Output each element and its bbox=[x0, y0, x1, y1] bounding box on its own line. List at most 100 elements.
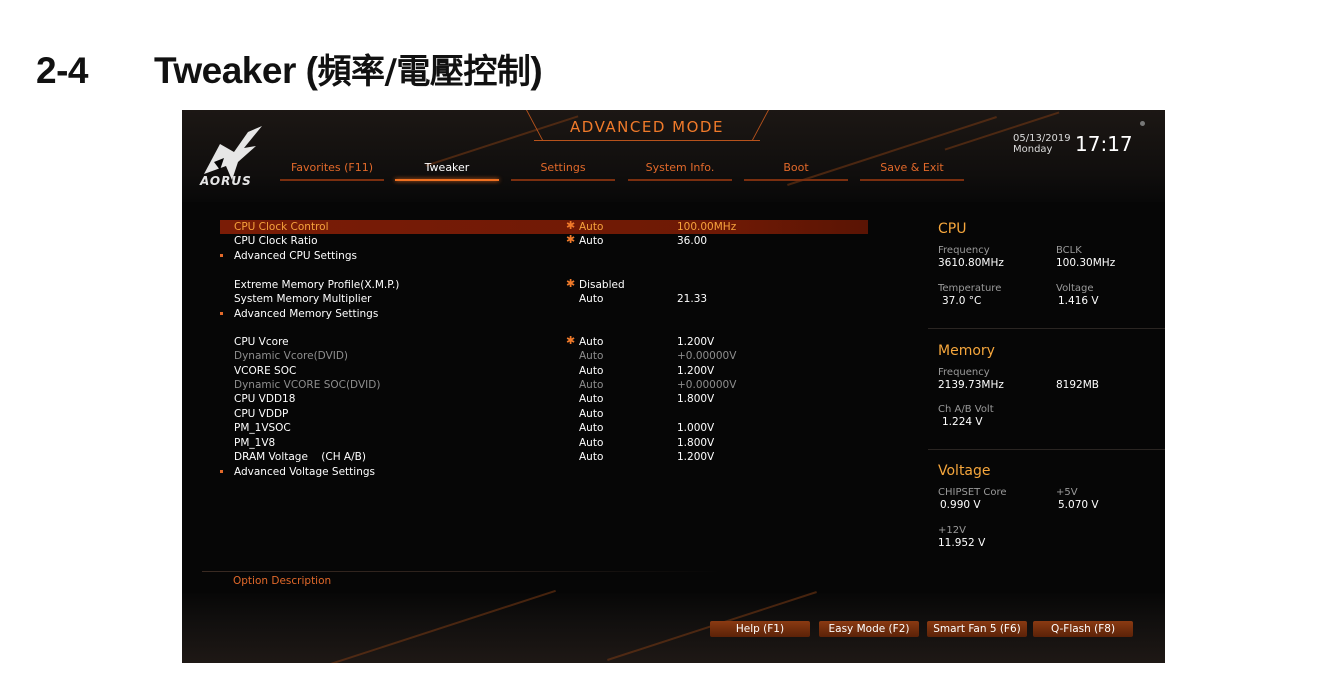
cpu-panel-title: CPU bbox=[938, 221, 967, 237]
menu-item-cpu-clock-ratio[interactable]: CPU Clock Ratio ✱ Auto 36.00 bbox=[220, 233, 868, 248]
menu-item-value: Auto bbox=[579, 379, 604, 391]
menu-item-advanced-cpu-settings[interactable]: Advanced CPU Settings bbox=[220, 249, 868, 263]
menu-item-label: PM_1VSOC bbox=[234, 422, 291, 434]
menu-item-label: DRAM Voltage (CH A/B) bbox=[234, 451, 366, 463]
date-display: 05/13/2019 Monday bbox=[1013, 133, 1071, 155]
menu-item-cpu-vddp[interactable]: CPU VDDP Auto bbox=[220, 407, 868, 421]
section-title-end: ) bbox=[530, 50, 543, 91]
menu-item-dynamic-vcore-soc: Dynamic VCORE SOC(DVID) Auto +0.00000V bbox=[220, 378, 868, 392]
tab-underline bbox=[280, 179, 384, 181]
menu-item-label: CPU Clock Ratio bbox=[234, 235, 318, 247]
easy-mode-button[interactable]: Easy Mode (F2) bbox=[819, 621, 919, 637]
section-number: 2-4 bbox=[36, 50, 88, 91]
tab-label: System Info. bbox=[645, 161, 715, 174]
menu-item-reading: +0.00000V bbox=[677, 379, 737, 391]
menu-item-label: CPU Vcore bbox=[234, 336, 289, 348]
menu-item-label: VCORE SOC bbox=[234, 365, 297, 377]
menu-item-value: Auto bbox=[579, 365, 604, 377]
menu-item-label: CPU Clock Control bbox=[234, 221, 329, 233]
section-title-cjk: 頻率/電壓控制 bbox=[317, 52, 531, 92]
menu-item-system-memory-multiplier[interactable]: System Memory Multiplier Auto 21.33 bbox=[220, 292, 868, 306]
day-text: Monday bbox=[1013, 144, 1053, 155]
tab-tweaker[interactable]: Tweaker bbox=[395, 161, 499, 181]
submenu-bullet-icon bbox=[220, 470, 223, 473]
menu-item-advanced-voltage-settings[interactable]: Advanced Voltage Settings bbox=[220, 465, 868, 479]
menu-item-value: Auto bbox=[579, 235, 604, 247]
memory-volt-label: Ch A/B Volt bbox=[938, 404, 994, 415]
aorus-logo-text: AORUS bbox=[200, 174, 252, 188]
menu-item-reading: 1.000V bbox=[677, 422, 715, 434]
menu-item-vcore-soc[interactable]: VCORE SOC Auto 1.200V bbox=[220, 364, 868, 378]
menu-item-reading: 100.00MHz bbox=[677, 221, 737, 233]
tab-label: Tweaker bbox=[424, 161, 470, 174]
menu-item-value: Auto bbox=[579, 393, 604, 405]
menu-item-reading: 1.800V bbox=[677, 393, 715, 405]
cpu-voltage-label: Voltage bbox=[1056, 283, 1094, 294]
plus-5v-label: +5V bbox=[1056, 487, 1078, 498]
tab-underline bbox=[395, 179, 499, 181]
cpu-frequency-value: 3610.80MHz bbox=[938, 257, 1004, 269]
menu-item-label: CPU VDD18 bbox=[234, 393, 296, 405]
menu-item-label: Advanced CPU Settings bbox=[234, 250, 357, 262]
menu-item-label: Extreme Memory Profile(X.M.P.) bbox=[234, 279, 400, 291]
smart-fan-button[interactable]: Smart Fan 5 (F6) bbox=[927, 621, 1027, 637]
submenu-bullet-icon bbox=[220, 312, 223, 315]
chipset-core-value: 0.990 V bbox=[940, 499, 981, 511]
menu-item-value: Auto bbox=[579, 336, 604, 348]
chipset-core-label: CHIPSET Core bbox=[938, 487, 1007, 498]
menu-item-label: PM_1V8 bbox=[234, 437, 276, 449]
menu-item-cpu-vdd18[interactable]: CPU VDD18 Auto 1.800V bbox=[220, 392, 868, 406]
tab-favorites[interactable]: Favorites (F11) bbox=[280, 161, 384, 181]
cpu-frequency-label: Frequency bbox=[938, 245, 990, 256]
menu-item-reading: +0.00000V bbox=[677, 350, 737, 362]
menu-item-dynamic-vcore: Dynamic Vcore(DVID) Auto +0.00000V bbox=[220, 349, 868, 363]
option-description-label: Option Description bbox=[233, 575, 332, 587]
menu-item-pm-1v8[interactable]: PM_1V8 Auto 1.800V bbox=[220, 436, 868, 450]
menu-item-cpu-vcore[interactable]: CPU Vcore ✱ Auto 1.200V bbox=[220, 334, 868, 349]
date-text: 05/13/2019 bbox=[1013, 133, 1071, 144]
tab-system-info[interactable]: System Info. bbox=[628, 161, 732, 181]
side-panel-divider bbox=[928, 449, 1165, 450]
menu-item-cpu-clock-control[interactable]: CPU Clock Control ✱ Auto 100.00MHz bbox=[220, 219, 868, 234]
manual-section-heading: 2-4 Tweaker (頻率/電壓控制) bbox=[36, 44, 543, 92]
status-dot-icon bbox=[1140, 121, 1145, 126]
menu-item-reading: 1.200V bbox=[677, 336, 715, 348]
modified-star-icon: ✱ bbox=[566, 277, 576, 290]
q-flash-button[interactable]: Q-Flash (F8) bbox=[1033, 621, 1133, 637]
modified-star-icon: ✱ bbox=[566, 233, 576, 246]
menu-item-reading: 21.33 bbox=[677, 293, 708, 305]
tab-underline bbox=[744, 179, 848, 181]
tab-underline bbox=[628, 179, 732, 181]
tab-boot[interactable]: Boot bbox=[744, 161, 848, 181]
menu-item-xmp[interactable]: Extreme Memory Profile(X.M.P.) ✱ Disable… bbox=[220, 277, 868, 292]
menu-item-reading: 1.200V bbox=[677, 451, 715, 463]
menu-item-value: Auto bbox=[579, 350, 604, 362]
cpu-temperature-value: 37.0 °C bbox=[942, 295, 982, 307]
memory-frequency-value: 2139.73MHz bbox=[938, 379, 1004, 391]
cpu-bclk-label: BCLK bbox=[1056, 245, 1082, 256]
menu-item-label: Advanced Voltage Settings bbox=[234, 466, 375, 478]
menu-item-value: Auto bbox=[579, 293, 604, 305]
modified-star-icon: ✱ bbox=[566, 334, 576, 347]
tab-label: Boot bbox=[783, 161, 809, 174]
menu-item-reading: 1.200V bbox=[677, 365, 715, 377]
menu-item-value: Auto bbox=[579, 221, 604, 233]
modified-star-icon: ✱ bbox=[566, 219, 576, 232]
help-button[interactable]: Help (F1) bbox=[710, 621, 810, 637]
menu-item-advanced-memory-settings[interactable]: Advanced Memory Settings bbox=[220, 307, 868, 321]
menu-item-dram-voltage[interactable]: DRAM Voltage (CH A/B) Auto 1.200V bbox=[220, 450, 868, 464]
menu-item-value: Auto bbox=[579, 422, 604, 434]
memory-volt-value: 1.224 V bbox=[942, 416, 983, 428]
tab-settings[interactable]: Settings bbox=[511, 161, 615, 181]
tab-underline bbox=[860, 179, 964, 181]
menu-item-label: Dynamic Vcore(DVID) bbox=[234, 350, 349, 362]
menu-item-reading: 36.00 bbox=[677, 235, 708, 247]
plus-12v-label: +12V bbox=[938, 525, 966, 536]
tab-save-exit[interactable]: Save & Exit bbox=[860, 161, 964, 181]
menu-item-value: Disabled bbox=[579, 279, 625, 291]
clock-time: 17:17 bbox=[1075, 132, 1133, 156]
menu-item-label: Advanced Memory Settings bbox=[234, 308, 379, 320]
memory-panel-title: Memory bbox=[938, 343, 995, 359]
menu-item-label: Dynamic VCORE SOC(DVID) bbox=[234, 379, 381, 391]
menu-item-pm-1vsoc[interactable]: PM_1VSOC Auto 1.000V bbox=[220, 421, 868, 435]
